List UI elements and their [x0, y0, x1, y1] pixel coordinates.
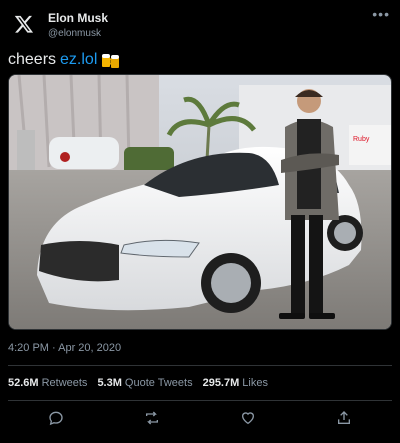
- divider: [8, 400, 392, 401]
- tweet-text: cheers ez.lol: [8, 51, 121, 69]
- sign-text: Ruby: [353, 136, 370, 143]
- retweet-icon[interactable]: [143, 409, 161, 427]
- tweet-body: cheers: [8, 51, 57, 68]
- reply-icon[interactable]: [47, 409, 65, 427]
- tweet-timestamp[interactable]: 4:20 PM · Apr 20, 2020: [8, 342, 121, 354]
- tweet-photo[interactable]: Ruby: [8, 74, 392, 330]
- stat-likes[interactable]: 295.7M Likes: [203, 377, 268, 389]
- tweet-stats: 52.6M Retweets 5.3M Quote Tweets 295.7M Lik…: [8, 377, 268, 389]
- more-icon[interactable]: •••: [372, 6, 390, 22]
- stat-quote-tweets[interactable]: 5.3M Quote Tweets: [97, 377, 192, 389]
- tweet-link[interactable]: ez.lol: [60, 51, 97, 69]
- stat-label: Quote Tweets: [124, 377, 193, 389]
- divider: [8, 365, 392, 366]
- photo-tesla-model-s: Ruby: [9, 75, 391, 329]
- x-logo-icon[interactable]: [9, 9, 39, 39]
- share-icon[interactable]: [335, 409, 353, 427]
- beer-mugs-icon: [101, 51, 121, 69]
- stat-count: 5.3M: [97, 377, 122, 389]
- stat-count: 295.7M: [202, 377, 240, 389]
- like-icon[interactable]: [239, 409, 257, 427]
- user-handle[interactable]: @elonmusk: [48, 28, 101, 39]
- tweet-actions: [0, 406, 400, 430]
- stat-count: 52.6M: [8, 377, 39, 389]
- stat-retweets[interactable]: 52.6M Retweets: [8, 377, 87, 389]
- user-name[interactable]: Elon Musk: [48, 11, 108, 25]
- tweet-header: Elon Musk @elonmusk •••: [0, 0, 400, 48]
- stat-label: Likes: [242, 377, 268, 389]
- stat-label: Retweets: [41, 377, 88, 389]
